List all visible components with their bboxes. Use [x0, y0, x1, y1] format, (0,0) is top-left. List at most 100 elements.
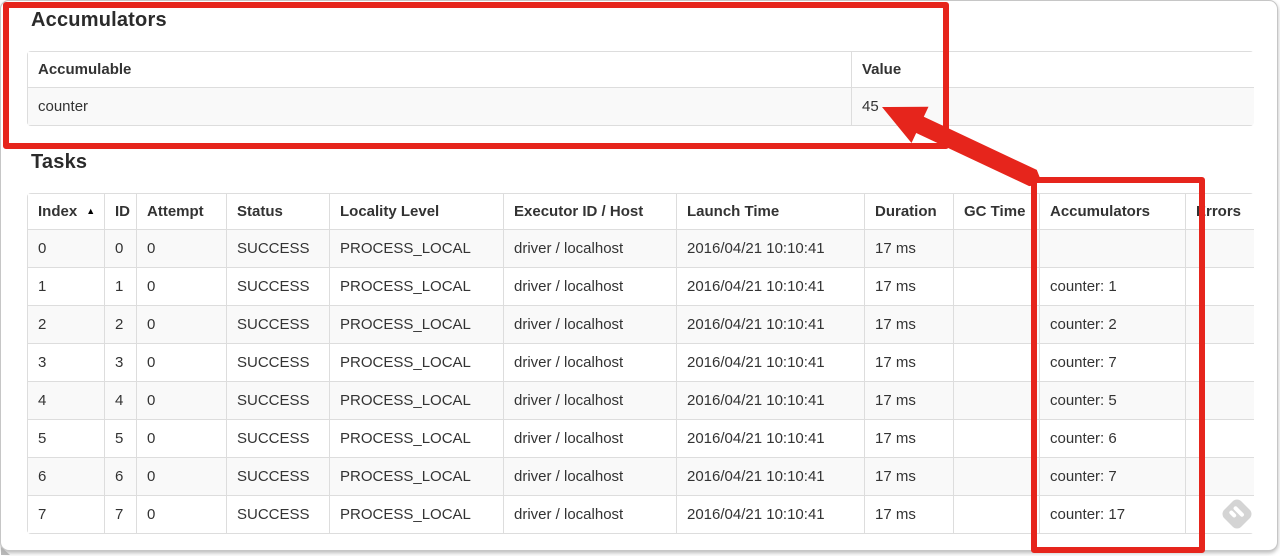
table-cell: 2016/04/21 10:10:41 — [676, 381, 865, 420]
table-cell: 0 — [136, 343, 227, 382]
page-curl-artifact — [1, 547, 10, 555]
table-cell — [1185, 229, 1254, 268]
table-cell: 3 — [104, 343, 137, 382]
table-cell: SUCCESS — [226, 495, 330, 534]
table-cell — [1185, 419, 1254, 458]
table-cell: 5 — [27, 419, 105, 458]
accumulable-table-grid: Accumulable Value counter 45 — [27, 51, 1254, 126]
browser-viewport: Accumulators Accumulable Value counter 45 T… — [0, 0, 1278, 555]
table-cell: 17 ms — [864, 267, 954, 306]
header-row: Index ▲ ID Attempt Status Locality Level Execu… — [27, 193, 1254, 230]
table-cell: 7 — [27, 495, 105, 534]
screenshot-canvas: Accumulators Accumulable Value counter 45 T… — [0, 0, 1280, 556]
header-row: Accumulable Value — [27, 51, 1254, 88]
table-cell: 7 — [104, 495, 137, 534]
column-header-gc-time[interactable]: GC Time — [953, 193, 1040, 230]
table-cell: 6 — [104, 457, 137, 496]
table-cell: 2016/04/21 10:10:41 — [676, 229, 865, 268]
table-cell: driver / localhost — [503, 419, 677, 458]
table-cell: 0 — [27, 229, 105, 268]
table-cell — [953, 305, 1040, 344]
table-cell — [953, 229, 1040, 268]
tasks-table: Index ▲ ID Attempt Status Locality Level Execu… — [27, 193, 1254, 534]
table-row: 6 6 0 SUCCESS PROCESS_LOCAL driver / localhos… — [27, 457, 1254, 496]
table-cell: 4 — [104, 381, 137, 420]
table-cell: SUCCESS — [226, 419, 330, 458]
sort-ascending-icon: ▲ — [86, 206, 96, 216]
table-cell — [1185, 343, 1254, 382]
table-cell — [953, 343, 1040, 382]
table-cell: 1 — [104, 267, 137, 306]
table-cell: SUCCESS — [226, 381, 330, 420]
table-cell: driver / localhost — [503, 305, 677, 344]
table-cell: 4 — [27, 381, 105, 420]
column-header-accumulators[interactable]: Accumulators — [1039, 193, 1186, 230]
table-cell — [953, 267, 1040, 306]
table-cell — [953, 495, 1040, 534]
column-header-attempt[interactable]: Attempt — [136, 193, 227, 230]
table-cell: 0 — [136, 495, 227, 534]
column-header-status[interactable]: Status — [226, 193, 330, 230]
table-cell: 17 ms — [864, 495, 954, 534]
table-cell: driver / localhost — [503, 343, 677, 382]
table-cell: counter: 7 — [1039, 343, 1186, 382]
table-cell — [1039, 229, 1186, 268]
table-cell: SUCCESS — [226, 343, 330, 382]
table-cell: PROCESS_LOCAL — [329, 495, 504, 534]
table-cell: 2016/04/21 10:10:41 — [676, 495, 865, 534]
table-cell: 6 — [27, 457, 105, 496]
table-cell: 17 ms — [864, 381, 954, 420]
table-cell: 2 — [27, 305, 105, 344]
column-header-executor-id-host[interactable]: Executor ID / Host — [503, 193, 677, 230]
table-cell: SUCCESS — [226, 457, 330, 496]
table-cell: 17 ms — [864, 419, 954, 458]
table-cell: PROCESS_LOCAL — [329, 343, 504, 382]
column-header-locality-level[interactable]: Locality Level — [329, 193, 504, 230]
table-cell: 2 — [104, 305, 137, 344]
table-cell: 0 — [136, 419, 227, 458]
table-row: 0 0 0 SUCCESS PROCESS_LOCAL driver / localhos… — [27, 229, 1254, 268]
table-cell: 45 — [851, 87, 1254, 126]
table-cell — [953, 381, 1040, 420]
table-cell: PROCESS_LOCAL — [329, 229, 504, 268]
table-cell — [1185, 305, 1254, 344]
table-cell: counter: 5 — [1039, 381, 1186, 420]
table-cell: 2016/04/21 10:10:41 — [676, 305, 865, 344]
table-cell: driver / localhost — [503, 495, 677, 534]
tasks-section-heading: Tasks — [31, 151, 88, 173]
table-row: 3 3 0 SUCCESS PROCESS_LOCAL driver / localhos… — [27, 343, 1254, 382]
table-cell: 17 ms — [864, 457, 954, 496]
column-header-duration[interactable]: Duration — [864, 193, 954, 230]
table-row: 4 4 0 SUCCESS PROCESS_LOCAL driver / localhos… — [27, 381, 1254, 420]
table-cell: driver / localhost — [503, 457, 677, 496]
table-cell: PROCESS_LOCAL — [329, 305, 504, 344]
table-cell — [953, 419, 1040, 458]
accumulable-table: Accumulable Value counter 45 — [27, 51, 1254, 126]
column-header-errors[interactable]: Errors — [1185, 193, 1254, 230]
table-cell: 2016/04/21 10:10:41 — [676, 419, 865, 458]
table-cell: SUCCESS — [226, 267, 330, 306]
table-cell: 0 — [104, 229, 137, 268]
table-cell — [1185, 457, 1254, 496]
table-cell: counter: 17 — [1039, 495, 1186, 534]
table-cell: 0 — [136, 229, 227, 268]
column-header-index[interactable]: Index ▲ — [27, 193, 105, 230]
table-row: 7 7 0 SUCCESS PROCESS_LOCAL driver / localhos… — [27, 495, 1254, 534]
table-cell: PROCESS_LOCAL — [329, 381, 504, 420]
table-cell: 17 ms — [864, 305, 954, 344]
table-cell — [1185, 381, 1254, 420]
table-cell: 0 — [136, 305, 227, 344]
table-cell: counter: 6 — [1039, 419, 1186, 458]
table-cell: PROCESS_LOCAL — [329, 457, 504, 496]
table-cell: SUCCESS — [226, 229, 330, 268]
column-header-launch-time[interactable]: Launch Time — [676, 193, 865, 230]
table-cell: SUCCESS — [226, 305, 330, 344]
table-row: counter 45 — [27, 87, 1254, 126]
table-cell — [953, 457, 1040, 496]
accumulators-section-heading: Accumulators — [31, 9, 167, 31]
column-header-id[interactable]: ID — [104, 193, 137, 230]
table-row: 2 2 0 SUCCESS PROCESS_LOCAL driver / localhos… — [27, 305, 1254, 344]
table-cell: counter: 7 — [1039, 457, 1186, 496]
table-cell: 2016/04/21 10:10:41 — [676, 267, 865, 306]
table-cell — [1185, 267, 1254, 306]
